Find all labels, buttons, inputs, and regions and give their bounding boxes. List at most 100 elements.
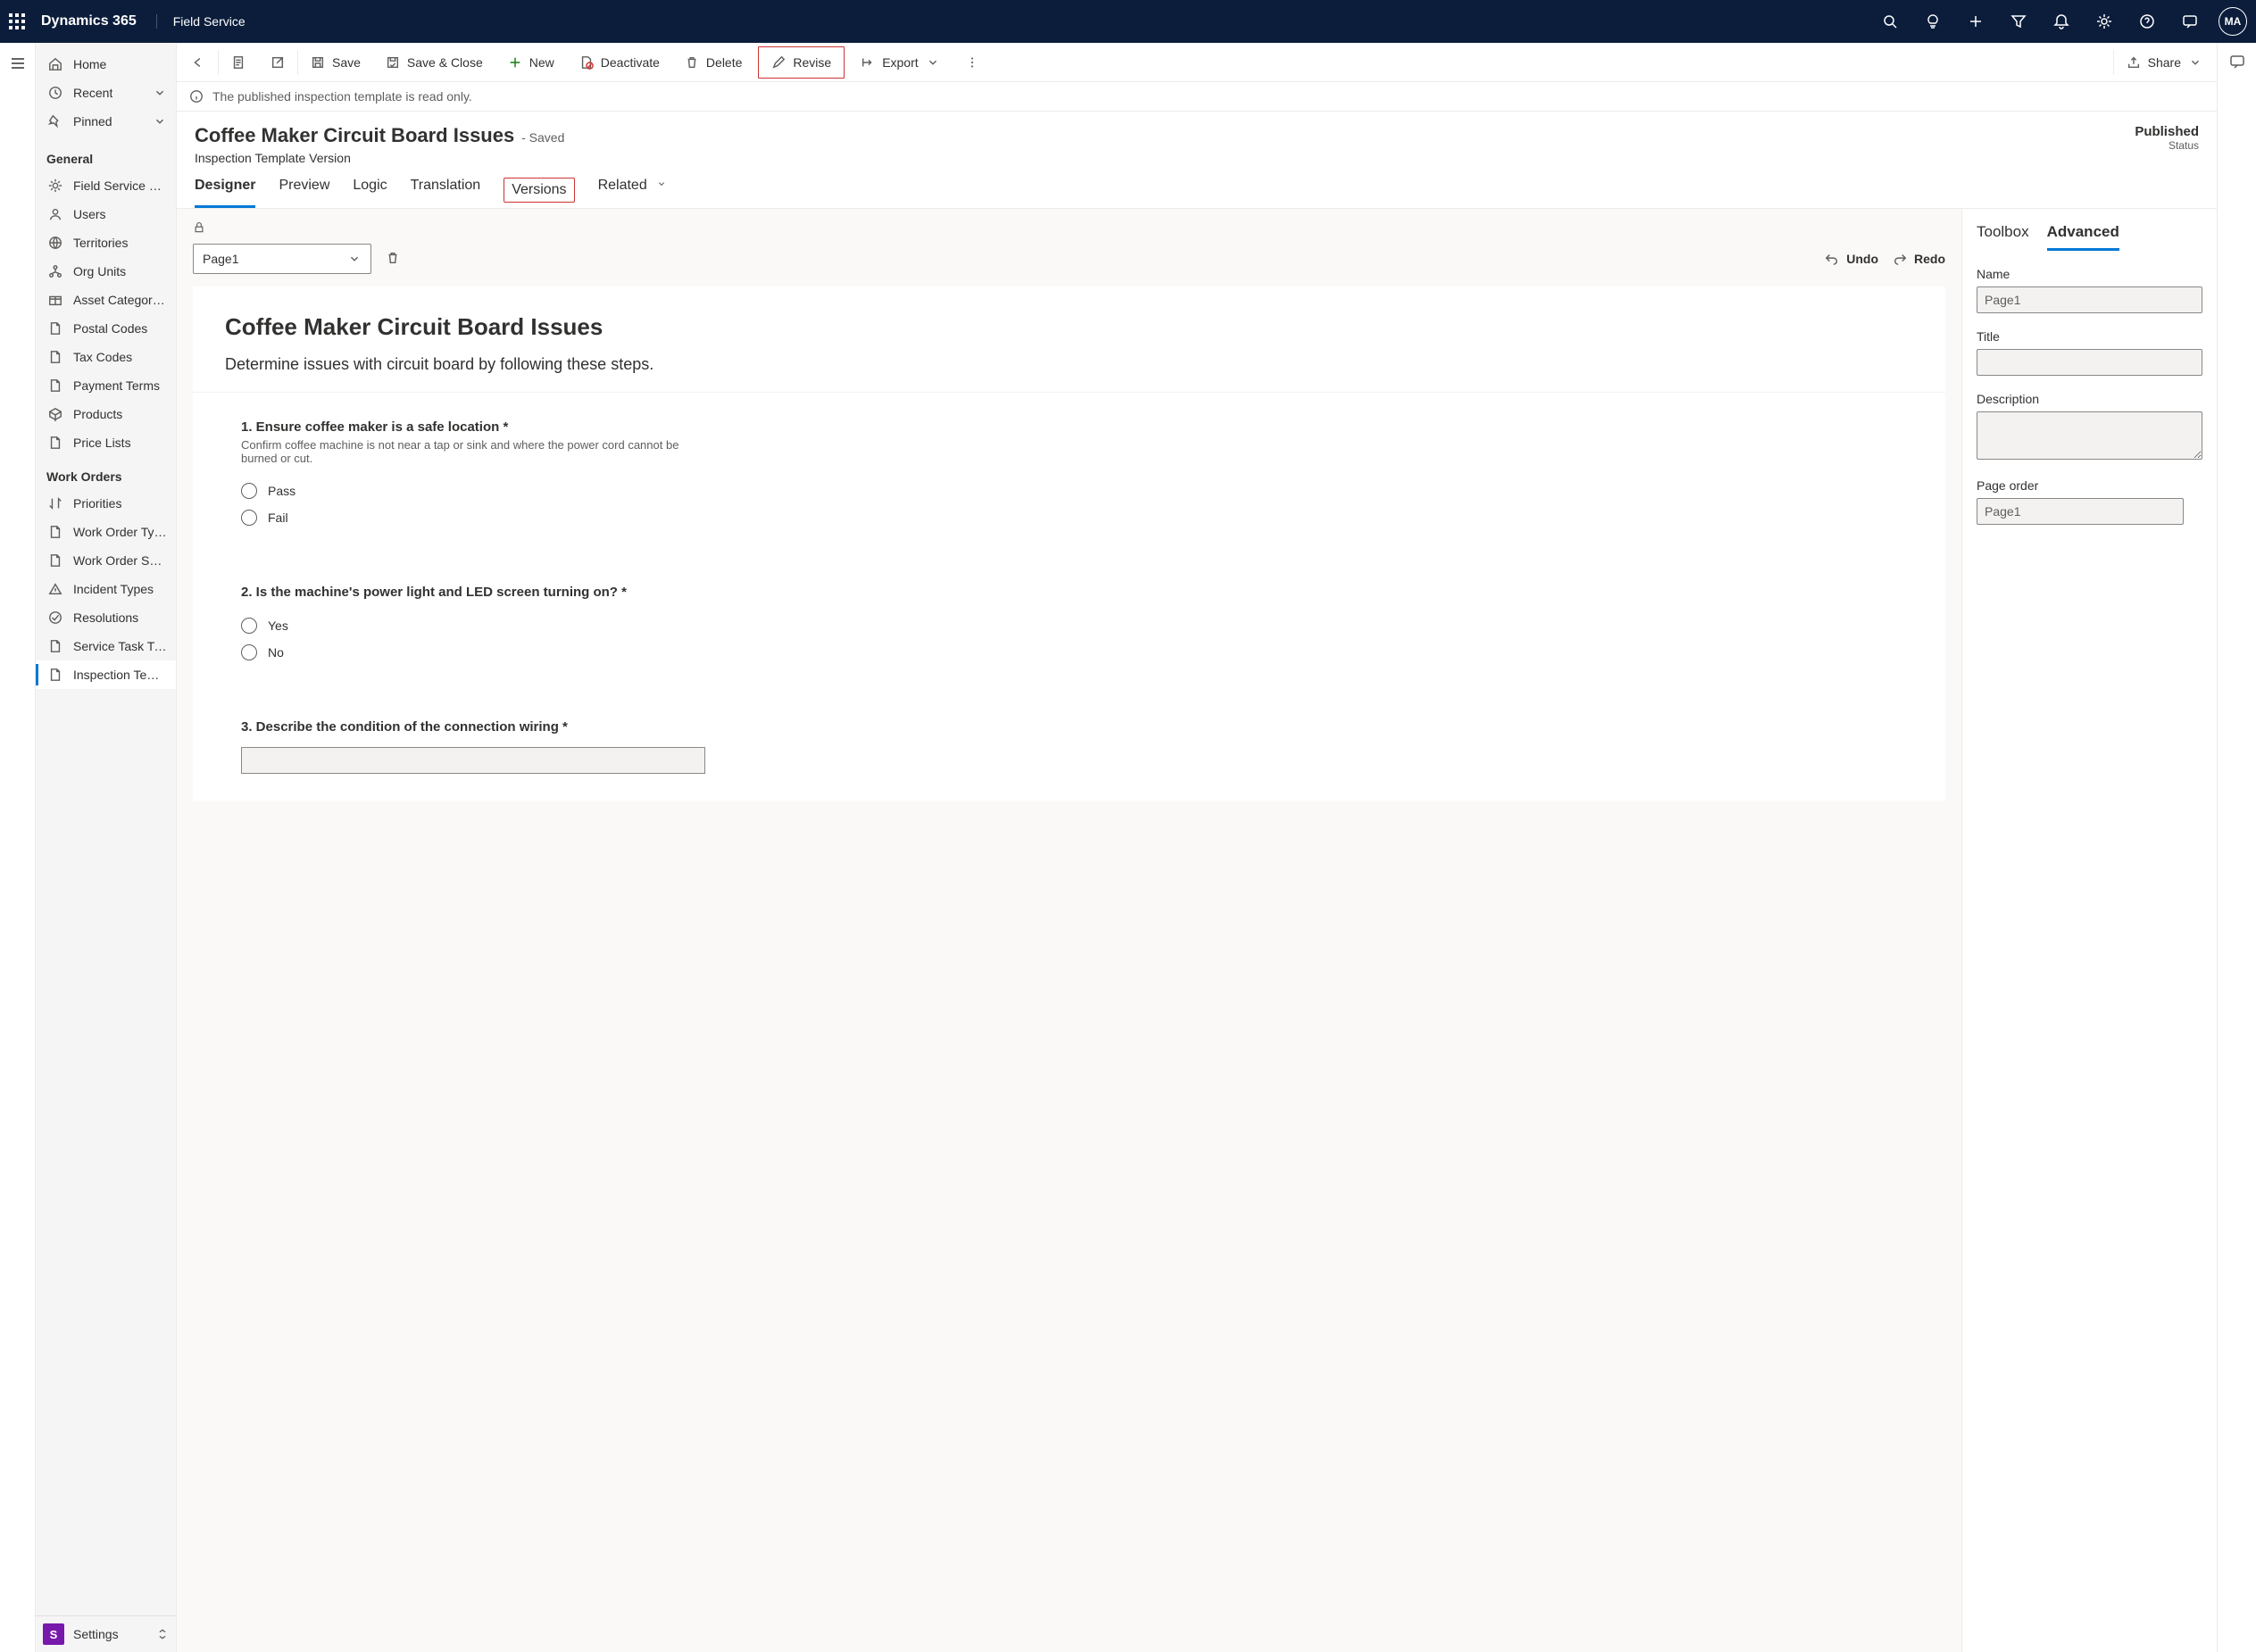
search-icon[interactable] — [1870, 0, 1910, 43]
page-order-field[interactable] — [1977, 498, 2184, 525]
filter-icon[interactable] — [1999, 0, 2038, 43]
command-bar: Save Save & Close New Deactivate Delete … — [177, 43, 2217, 82]
popout-button[interactable] — [258, 43, 297, 82]
deactivate-button[interactable]: Deactivate — [567, 43, 672, 82]
undo-button[interactable]: Undo — [1825, 252, 1878, 266]
save-close-button[interactable]: Save & Close — [373, 43, 495, 82]
sidebar-item[interactable]: Field Service Setti... — [36, 171, 176, 200]
designer-pane: Page1 Undo Redo Coffee Maker Circuit Boa… — [177, 209, 1961, 1652]
tab-preview[interactable]: Preview — [279, 178, 329, 208]
sidebar: HomeRecentPinned GeneralField Service Se… — [36, 43, 177, 1652]
canvas: Coffee Maker Circuit Board Issues Determ… — [193, 286, 1945, 801]
sidebar-item[interactable]: Work Order Types — [36, 518, 176, 546]
new-button[interactable]: New — [495, 43, 567, 82]
tab-designer[interactable]: Designer — [195, 178, 255, 208]
delete-page-button[interactable] — [386, 251, 400, 268]
chevron-down-icon — [153, 114, 167, 129]
page-selector[interactable]: Page1 — [193, 244, 371, 274]
chevron-down-icon — [153, 86, 167, 100]
sidebar-item[interactable]: Postal Codes — [36, 314, 176, 343]
sidebar-item[interactable]: Priorities — [36, 489, 176, 518]
radio-option[interactable]: Fail — [241, 504, 1913, 531]
saved-indicator: - Saved — [521, 130, 564, 145]
properties-pane: ToolboxAdvanced Name Title Description P… — [1961, 209, 2217, 1652]
tab-related[interactable]: Related — [598, 178, 668, 208]
chevron-down-icon — [2188, 55, 2202, 70]
sidebar-item[interactable]: Resolutions — [36, 603, 176, 632]
tab-translation[interactable]: Translation — [411, 178, 481, 208]
area-switcher[interactable]: S Settings — [36, 1615, 176, 1652]
bell-icon[interactable] — [2042, 0, 2081, 43]
name-field[interactable] — [1977, 286, 2202, 313]
radio-option[interactable]: No — [241, 639, 1913, 666]
revise-button[interactable]: Revise — [758, 46, 845, 79]
question[interactable]: 2. Is the machine's power light and LED … — [193, 558, 1945, 693]
chevron-down-icon — [347, 252, 362, 266]
app-title[interactable]: Dynamics 365 — [41, 13, 137, 29]
doc-icon — [48, 378, 62, 393]
question[interactable]: 3. Describe the condition of the connect… — [193, 693, 1945, 801]
chevron-down-icon — [926, 55, 940, 70]
hamburger-icon[interactable] — [10, 55, 26, 74]
sidebar-item[interactable]: Pinned — [36, 107, 176, 136]
page-view-button[interactable] — [219, 43, 258, 82]
title-field[interactable] — [1977, 349, 2202, 376]
share-button[interactable]: Share — [2114, 43, 2215, 82]
gear-icon — [48, 178, 62, 193]
chat-icon[interactable] — [2170, 0, 2210, 43]
save-button[interactable]: Save — [298, 43, 373, 82]
props-tab-advanced[interactable]: Advanced — [2047, 223, 2119, 251]
app-launcher-icon[interactable] — [9, 13, 25, 29]
sidebar-item[interactable]: Recent — [36, 79, 176, 107]
redo-button[interactable]: Redo — [1893, 252, 1945, 266]
question[interactable]: 1. Ensure coffee maker is a safe locatio… — [193, 393, 1945, 558]
radio-option[interactable]: Yes — [241, 612, 1913, 639]
radio-option[interactable]: Pass — [241, 477, 1913, 504]
doc-icon — [48, 525, 62, 539]
tab-logic[interactable]: Logic — [353, 178, 387, 208]
check-icon — [48, 610, 62, 625]
app-bar: Dynamics 365 Field Service MA — [0, 0, 2256, 43]
help-icon[interactable] — [2127, 0, 2167, 43]
name-label: Name — [1977, 267, 2202, 281]
box-icon — [48, 293, 62, 307]
right-rail — [2217, 43, 2256, 1652]
sidebar-item[interactable]: Home — [36, 50, 176, 79]
sidebar-item[interactable]: Territories — [36, 228, 176, 257]
sidebar-item[interactable]: Org Units — [36, 257, 176, 286]
cube-icon — [48, 407, 62, 421]
assistant-icon[interactable] — [2229, 54, 2245, 70]
sidebar-item[interactable]: Payment Terms — [36, 371, 176, 400]
sidebar-item[interactable]: Work Order Subst... — [36, 546, 176, 575]
home-icon — [48, 57, 62, 71]
radio-icon — [241, 618, 257, 634]
info-text: The published inspection template is rea… — [212, 89, 472, 104]
globe-icon — [48, 236, 62, 250]
sidebar-item[interactable]: Inspection Templa... — [36, 660, 176, 689]
sidebar-item[interactable]: Service Task Types — [36, 632, 176, 660]
gear-icon[interactable] — [2085, 0, 2124, 43]
tab-versions[interactable]: Versions — [504, 178, 574, 203]
props-tab-toolbox[interactable]: Toolbox — [1977, 223, 2029, 251]
warn-icon — [48, 582, 62, 596]
record-header: Coffee Maker Circuit Board Issues - Save… — [177, 112, 2217, 165]
info-bar: The published inspection template is rea… — [177, 82, 2217, 112]
sidebar-item[interactable]: Price Lists — [36, 428, 176, 457]
sidebar-item[interactable]: Products — [36, 400, 176, 428]
delete-button[interactable]: Delete — [672, 43, 754, 82]
text-answer-input[interactable] — [241, 747, 705, 774]
description-field[interactable] — [1977, 411, 2202, 460]
sidebar-item[interactable]: Users — [36, 200, 176, 228]
sidebar-header: Work Orders — [36, 457, 176, 489]
sidebar-item[interactable]: Incident Types — [36, 575, 176, 603]
title-label: Title — [1977, 329, 2202, 344]
sidebar-item[interactable]: Tax Codes — [36, 343, 176, 371]
app-module[interactable]: Field Service — [156, 14, 246, 29]
sidebar-item[interactable]: Asset Categories — [36, 286, 176, 314]
bulb-icon[interactable] — [1913, 0, 1952, 43]
plus-icon[interactable] — [1956, 0, 1995, 43]
export-button[interactable]: Export — [848, 43, 952, 82]
back-button[interactable] — [179, 43, 218, 82]
avatar[interactable]: MA — [2219, 7, 2247, 36]
more-button[interactable] — [953, 43, 992, 82]
